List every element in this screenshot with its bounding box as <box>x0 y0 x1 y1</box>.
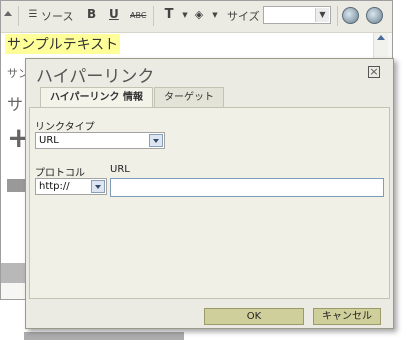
chevron-down-icon[interactable]: ▼ <box>207 7 223 23</box>
bold-button[interactable]: B <box>87 7 96 21</box>
protocol-label: プロトコル <box>35 168 85 179</box>
font-size-select[interactable]: ▼ <box>263 6 331 24</box>
source-button[interactable]: ソース <box>41 8 73 24</box>
chevron-down-icon[interactable]: ▼ <box>315 8 329 22</box>
underline-button[interactable]: U <box>109 7 119 21</box>
link-globe-icon[interactable] <box>342 7 359 24</box>
content-tag <box>7 179 27 192</box>
editor-toolbar: ☰ ソース B U ABC T ▼ ◈ ▼ サイズ ▼ <box>1 1 392 33</box>
url-label: URL <box>110 164 130 175</box>
tab-target[interactable]: ターゲット <box>154 87 224 107</box>
protocol-select[interactable]: http:// <box>35 178 107 195</box>
chevron-down-icon[interactable] <box>149 134 163 147</box>
content-text: サ <box>7 95 24 114</box>
hyperlink-dialog: ハイパーリンク × ハイパーリンク 情報 ターゲット リンクタイプ URL プロ… <box>25 58 394 329</box>
chevron-down-icon[interactable] <box>91 180 105 193</box>
source-icon: ☰ <box>28 9 38 20</box>
toolbar-separator <box>18 6 19 26</box>
ok-button[interactable]: OK <box>204 308 304 325</box>
dialog-title: ハイパーリンク <box>36 67 155 87</box>
link-info-panel: リンクタイプ URL プロトコル URL http:// <box>29 107 390 299</box>
text-color-button[interactable]: T <box>161 7 177 23</box>
scroll-up-icon[interactable] <box>377 35 385 40</box>
toolbar-separator <box>337 6 338 26</box>
url-input[interactable] <box>110 178 384 197</box>
toolbar-separator <box>153 6 154 26</box>
unlink-globe-icon[interactable] <box>366 7 383 24</box>
protocol-value: http:// <box>39 181 70 192</box>
highlighted-sample-text: サンプルテキスト <box>5 34 121 54</box>
collapse-toolbar-icon[interactable] <box>4 11 12 16</box>
font-size-label: サイズ <box>227 10 260 23</box>
close-icon[interactable]: × <box>368 66 380 78</box>
background-strip <box>24 332 184 340</box>
link-type-select[interactable]: URL <box>35 132 165 149</box>
link-type-value: URL <box>39 135 59 146</box>
link-type-label: リンクタイプ <box>35 122 95 133</box>
bg-color-button[interactable]: ◈ <box>191 7 207 23</box>
dialog-tabs: ハイパーリンク 情報 ターゲット <box>40 87 380 108</box>
strike-button[interactable]: ABC <box>130 11 146 20</box>
cancel-button[interactable]: キャンセル <box>313 308 381 325</box>
tab-link-info[interactable]: ハイパーリンク 情報 <box>40 87 153 107</box>
